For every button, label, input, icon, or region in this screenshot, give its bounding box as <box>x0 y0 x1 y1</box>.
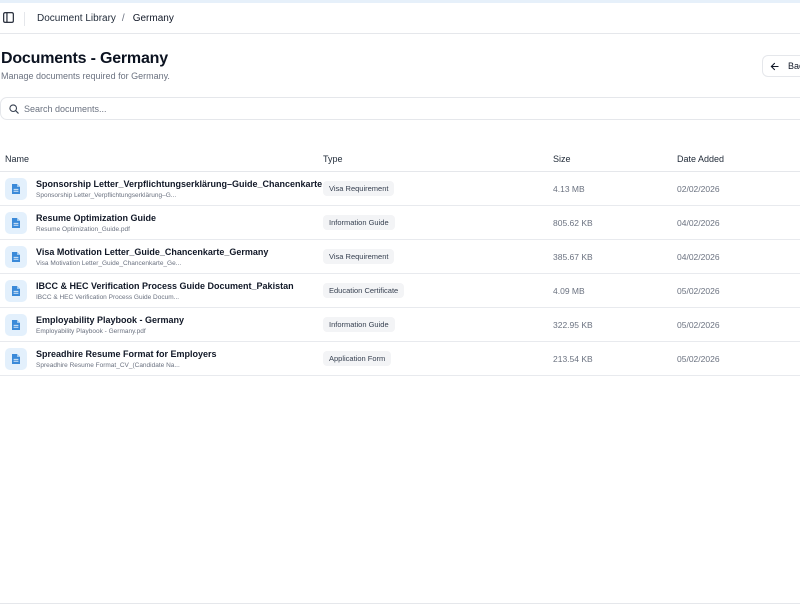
file-text-icon <box>5 212 27 234</box>
sidebar-toggle-icon[interactable] <box>2 11 14 23</box>
header-name: Name <box>5 154 30 164</box>
type-badge: Information Guide <box>323 317 395 332</box>
date-cell: 05/02/2026 <box>677 286 720 296</box>
size-cell: 805.62 KB <box>553 218 593 228</box>
page-title: Documents - Germany <box>1 50 168 67</box>
document-title: Spreadhire Resume Format for Employers <box>36 349 217 359</box>
header-divider <box>24 12 25 26</box>
file-text-icon <box>5 178 27 200</box>
arrow-left-icon <box>770 62 779 71</box>
file-text-icon <box>5 280 27 302</box>
breadcrumb-current: Germany <box>132 13 174 24</box>
breadcrumb-document-library[interactable]: Document Library <box>37 13 116 24</box>
header-date-added: Date Added <box>677 154 725 164</box>
date-cell: 04/02/2026 <box>677 218 720 228</box>
file-text-icon <box>5 314 27 336</box>
page: Document Library / Germany Documents - G… <box>0 0 800 605</box>
document-title: Sponsorship Letter_Verpflichtungserkläru… <box>36 179 323 189</box>
document-filename: Employability Playbook - Germany.pdf <box>36 328 146 335</box>
type-badge: Information Guide <box>323 215 395 230</box>
date-cell: 05/02/2026 <box>677 354 720 364</box>
table-row[interactable]: Spreadhire Resume Format for Employers S… <box>0 342 800 376</box>
type-badge: Education Certificate <box>323 283 405 298</box>
size-cell: 4.13 MB <box>553 184 585 194</box>
date-cell: 04/02/2026 <box>677 252 720 262</box>
table-row[interactable]: Employability Playbook - Germany Employa… <box>0 308 800 342</box>
table-row[interactable]: Resume Optimization Guide Resume Optimiz… <box>0 206 800 240</box>
table-header: Name Type Size Date Added <box>0 146 800 172</box>
date-cell: 05/02/2026 <box>677 320 720 330</box>
size-cell: 385.67 KB <box>553 252 593 262</box>
search-icon <box>9 103 19 114</box>
type-badge: Application Form <box>323 351 392 366</box>
document-filename: Visa Motivation Letter_Guide_Chancenkart… <box>36 260 182 267</box>
table-row[interactable]: Sponsorship Letter_Verpflichtungserkläru… <box>0 172 800 206</box>
size-cell: 322.95 KB <box>553 320 593 330</box>
type-badge: Visa Requirement <box>323 249 395 264</box>
search-box <box>0 97 800 120</box>
back-button-label: Back <box>788 61 800 71</box>
type-badge: Visa Requirement <box>323 181 395 196</box>
file-text-icon <box>5 246 27 268</box>
breadcrumb-separator: / <box>121 13 125 24</box>
document-title: IBCC & HEC Verification Process Guide Do… <box>36 281 294 291</box>
document-filename: Sponsorship Letter_Verpflichtungserkläru… <box>36 192 177 199</box>
search-input[interactable] <box>24 103 724 114</box>
back-button[interactable]: Back <box>762 55 800 77</box>
size-cell: 4.09 MB <box>553 286 585 296</box>
document-filename: Resume Optimization_Guide.pdf <box>36 226 130 233</box>
bottom-border <box>0 603 800 604</box>
table-row[interactable]: IBCC & HEC Verification Process Guide Do… <box>0 274 800 308</box>
page-subtitle: Manage documents required for Germany. <box>1 71 170 81</box>
document-title: Resume Optimization Guide <box>36 213 157 223</box>
document-filename: IBCC & HEC Verification Process Guide Do… <box>36 294 180 301</box>
documents-table: Name Type Size Date Added Sponsorship Le… <box>0 146 800 376</box>
document-title: Employability Playbook - Germany <box>36 315 185 325</box>
header-type: Type <box>323 154 343 164</box>
header-bar: Document Library / Germany <box>0 3 800 34</box>
header-size: Size <box>553 154 571 164</box>
date-cell: 02/02/2026 <box>677 184 720 194</box>
document-title: Visa Motivation Letter_Guide_Chancenkart… <box>36 247 269 257</box>
table-row[interactable]: Visa Motivation Letter_Guide_Chancenkart… <box>0 240 800 274</box>
file-text-icon <box>5 348 27 370</box>
document-filename: Spreadhire Resume Format_CV_(Candidate N… <box>36 362 180 369</box>
size-cell: 213.54 KB <box>553 354 593 364</box>
breadcrumb: Document Library / Germany <box>37 13 174 24</box>
